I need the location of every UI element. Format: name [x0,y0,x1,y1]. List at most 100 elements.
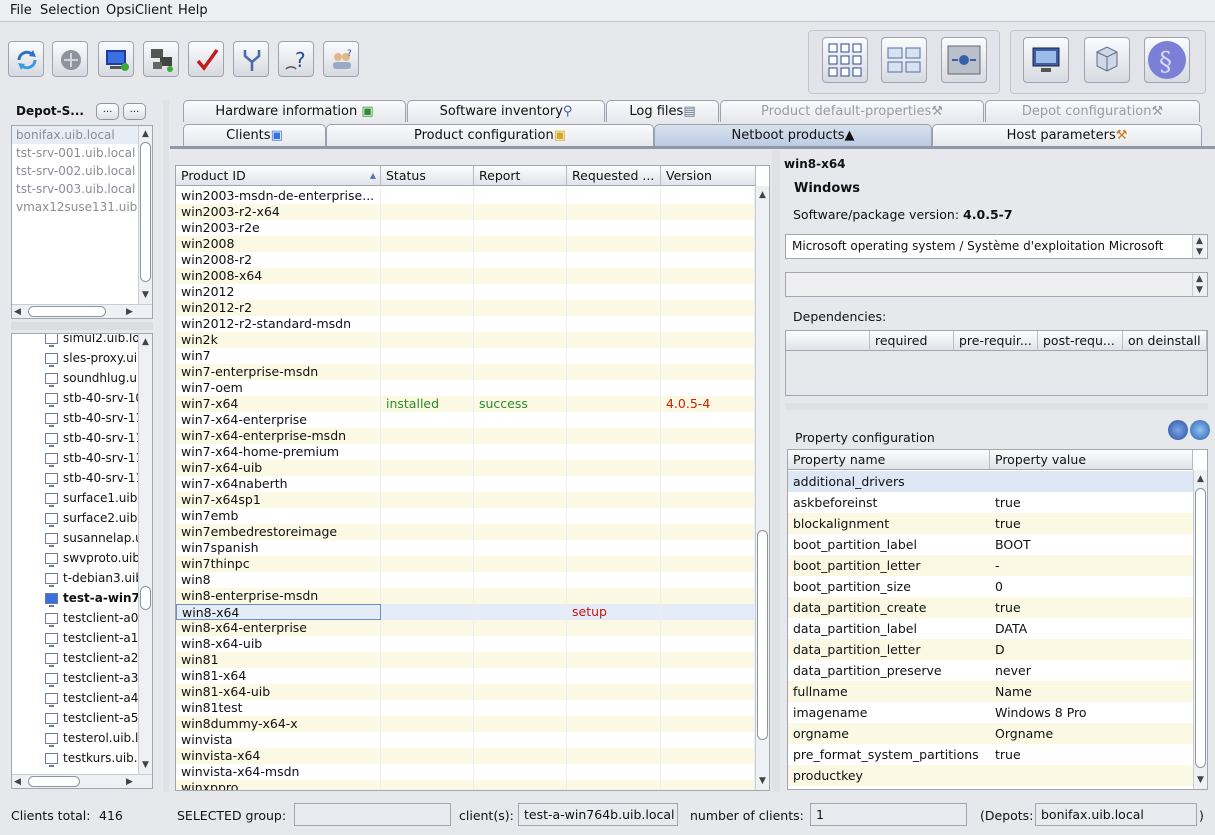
product-version-cell[interactable] [661,316,755,332]
product-version-cell[interactable] [661,476,755,492]
product-requested-cell[interactable] [567,412,661,428]
product-row[interactable]: win2008 [176,236,755,252]
property-row[interactable]: data_partition_letter D [788,639,1193,660]
product-report-cell[interactable] [474,588,567,604]
product-version-cell[interactable] [661,668,755,684]
product-id-cell[interactable]: win2012-r2-standard-msdn [176,316,381,332]
product-version-cell[interactable] [661,780,755,790]
product-version-cell[interactable] [661,460,755,476]
product-report-cell[interactable] [474,764,567,780]
tree-node[interactable]: stb-40-srv-11 [12,428,139,448]
product-status-cell[interactable] [381,284,474,300]
product-requested-cell[interactable] [567,588,661,604]
depot-select-button[interactable]: ... [96,103,119,120]
product-requested-cell[interactable]: setup [567,604,661,620]
product-id-cell[interactable]: win2003-msdn-de-enterprise... [176,188,381,204]
product-requested-cell[interactable] [567,572,661,588]
product-id-cell[interactable]: win2003-r2e [176,220,381,236]
product-status-cell[interactable] [381,412,474,428]
product-row[interactable]: win8-x64-enterprise [176,620,755,636]
product-id-cell[interactable]: win2008-r2 [176,252,381,268]
product-row[interactable]: win81test [176,700,755,716]
product-requested-cell[interactable] [567,780,661,790]
product-status-cell[interactable] [381,188,474,204]
product-status-cell[interactable] [381,748,474,764]
dep-col-required[interactable]: required [870,331,954,351]
product-report-cell[interactable] [474,780,567,790]
product-id-cell[interactable]: winxppro [176,780,381,790]
tab-netboot-products[interactable]: Netboot products▲ [654,124,932,146]
product-requested-cell[interactable] [567,220,661,236]
product-id-cell[interactable]: win7-x64-enterprise-msdn [176,428,381,444]
product-report-cell[interactable] [474,300,567,316]
product-status-cell[interactable] [381,444,474,460]
product-status-cell[interactable] [381,620,474,636]
product-row[interactable]: win7-enterprise-msdn [176,364,755,380]
product-status-cell[interactable] [381,636,474,652]
product-id-cell[interactable]: winvista-x64-msdn [176,764,381,780]
product-row[interactable]: win7-x64naberth [176,476,755,492]
server-view-button[interactable] [941,37,987,83]
product-version-cell[interactable] [661,348,755,364]
tab-depot-configuration[interactable]: Depot configuration⚒ [985,100,1200,122]
product-status-cell[interactable] [381,508,474,524]
product-version-cell[interactable] [661,540,755,556]
product-requested-cell[interactable] [567,556,661,572]
product-requested-cell[interactable] [567,188,661,204]
tab-hardware-information[interactable]: Hardware information ▣ [183,100,406,122]
product-id-cell[interactable]: win2012 [176,284,381,300]
prop-col-name[interactable]: Property name [788,450,990,470]
product-report-cell[interactable] [474,364,567,380]
property-value[interactable]: DATA [990,618,1027,639]
product-report-cell[interactable] [474,636,567,652]
product-id-cell[interactable]: win8-enterprise-msdn [176,588,381,604]
dep-col[interactable] [786,331,870,351]
tree-node[interactable]: swvproto.uib.local [12,548,139,568]
monitor-button[interactable] [1023,37,1069,83]
col-product-id[interactable]: Product ID ▲ [176,166,381,186]
product-status-cell[interactable] [381,604,474,620]
product-id-cell[interactable]: win8 [176,572,381,588]
product-report-cell[interactable] [474,652,567,668]
product-row[interactable]: win8 [176,572,755,588]
product-id-cell[interactable]: winvista [176,732,381,748]
product-requested-cell[interactable] [567,668,661,684]
product-report-cell[interactable] [474,236,567,252]
product-requested-cell[interactable] [567,204,661,220]
product-status-cell[interactable] [381,316,474,332]
product-id-cell[interactable]: win7-enterprise-msdn [176,364,381,380]
product-version-cell[interactable] [661,700,755,716]
tree-node[interactable]: susannelap.uib.local [12,528,139,548]
tree-hscrollbar[interactable]: ◀ ▶ [12,774,152,788]
product-report-cell[interactable] [474,284,567,300]
product-id-cell[interactable]: win2003-r2-x64 [176,204,381,220]
depot-item[interactable]: vmax12suse131.uib.local [12,198,138,216]
property-row[interactable]: blockalignment true [788,513,1193,534]
col-requested[interactable]: Requested ... [567,166,661,186]
tree-node[interactable]: testclient-a4.uib.local [12,688,139,708]
product-row[interactable]: win2k [176,332,755,348]
property-value[interactable]: true [990,492,1021,513]
product-report-cell[interactable] [474,428,567,444]
product-version-cell[interactable] [661,412,755,428]
dep-col-post-required[interactable]: post-requ... [1038,331,1123,351]
product-requested-cell[interactable] [567,508,661,524]
product-status-cell[interactable] [381,524,474,540]
product-row[interactable]: win81-x64 [176,668,755,684]
product-id-cell[interactable]: win2008 [176,236,381,252]
product-id-cell[interactable]: win7-x64-home-premium [176,444,381,460]
product-status-cell[interactable]: installed [381,396,474,412]
tree-node[interactable]: sles-proxy.uib.local [12,348,139,368]
product-row[interactable]: winvista-x64-msdn [176,764,755,780]
product-requested-cell[interactable] [567,284,661,300]
tree-node[interactable]: stb-40-srv-11 [12,448,139,468]
main-splitter[interactable] [163,100,169,792]
property-value[interactable]: true [990,513,1021,534]
product-report-cell[interactable] [474,620,567,636]
depot-list[interactable]: bonifax.uib.local tst-srv-001.uib.local … [11,125,153,319]
product-id-cell[interactable]: win8dummy-x64-x [176,716,381,732]
product-requested-cell[interactable] [567,396,661,412]
product-requested-cell[interactable] [567,332,661,348]
product-version-cell[interactable] [661,716,755,732]
netboot-product-table[interactable]: Product ID ▲ Status Report Requested ... … [175,165,770,791]
